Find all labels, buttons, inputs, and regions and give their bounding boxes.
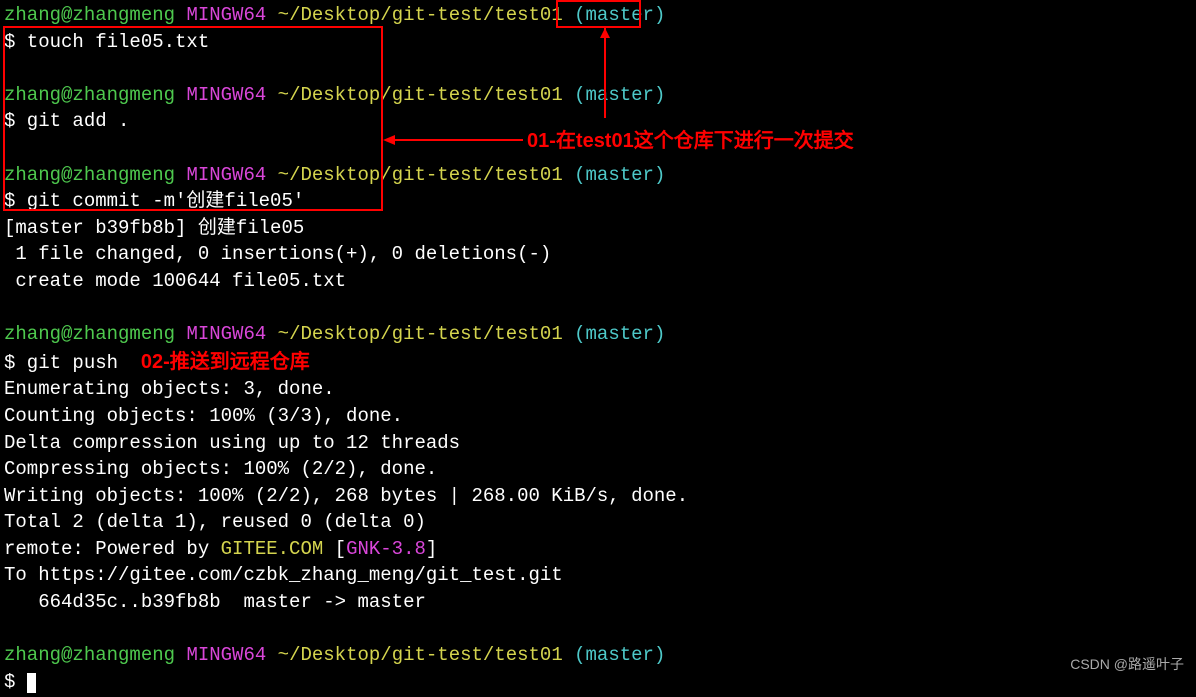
prompt-path: ~/Desktop/git-test/test01 — [278, 4, 563, 26]
annotation-01: 01-在test01这个仓库下进行一次提交 — [527, 127, 854, 155]
prompt-line-5: zhang@zhangmeng MINGW64 ~/Desktop/git-te… — [4, 642, 1192, 669]
prompt-line-2: zhang@zhangmeng MINGW64 ~/Desktop/git-te… — [4, 82, 1192, 109]
terminal-window[interactable]: zhang@zhangmeng MINGW64 ~/Desktop/git-te… — [0, 0, 1196, 697]
output-commit1: [master b39fb8b] 创建file05 — [4, 215, 1192, 242]
output-push6: Total 2 (delta 1), reused 0 (delta 0) — [4, 509, 1192, 536]
prompt-mingw: MINGW64 — [186, 4, 266, 26]
output-push2: Counting objects: 100% (3/3), done. — [4, 403, 1192, 430]
command-touch: $ touch file05.txt — [4, 29, 1192, 56]
prompt-branch: (master) — [574, 4, 665, 26]
output-commit2: 1 file changed, 0 insertions(+), 0 delet… — [4, 241, 1192, 268]
prompt-line-1: zhang@zhangmeng MINGW64 ~/Desktop/git-te… — [4, 2, 1192, 29]
command-gitpush: $ git push 02-推送到远程仓库 — [4, 348, 1192, 377]
output-push8: To https://gitee.com/czbk_zhang_meng/git… — [4, 562, 1192, 589]
output-push7: remote: Powered by GITEE.COM [GNK-3.8] — [4, 536, 1192, 563]
prompt-line-3: zhang@zhangmeng MINGW64 ~/Desktop/git-te… — [4, 162, 1192, 189]
output-push4: Compressing objects: 100% (2/2), done. — [4, 456, 1192, 483]
output-commit3: create mode 100644 file05.txt — [4, 268, 1192, 295]
output-push1: Enumerating objects: 3, done. — [4, 376, 1192, 403]
annotation-02: 02-推送到远程仓库 — [141, 351, 310, 373]
output-push5: Writing objects: 100% (2/2), 268 bytes |… — [4, 483, 1192, 510]
watermark: CSDN @路遥叶子 — [1070, 655, 1184, 675]
command-empty[interactable]: $ — [4, 669, 1192, 696]
output-push9: 664d35c..b39fb8b master -> master — [4, 589, 1192, 616]
prompt-line-4: zhang@zhangmeng MINGW64 ~/Desktop/git-te… — [4, 321, 1192, 348]
prompt-user: zhang@zhangmeng — [4, 4, 175, 26]
output-push3: Delta compression using up to 12 threads — [4, 430, 1192, 457]
command-gitcommit: $ git commit -m'创建file05' — [4, 188, 1192, 215]
